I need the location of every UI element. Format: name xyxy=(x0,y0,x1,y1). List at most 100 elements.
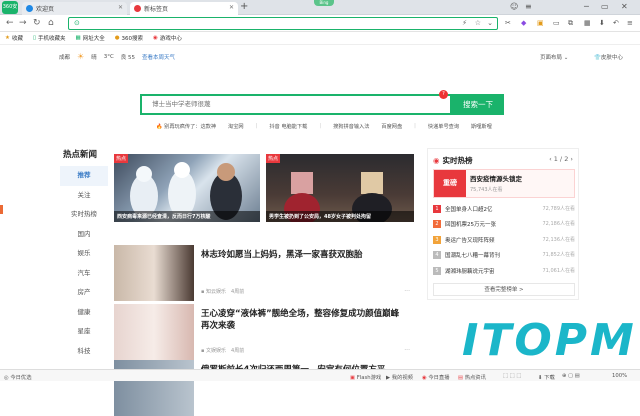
tab-welcome[interactable]: 欢迎页 ✕ xyxy=(22,2,127,15)
divider: | xyxy=(319,123,322,129)
address-bar[interactable]: ⊙ ⚡ ☆ ⌄ xyxy=(68,17,498,30)
suggestion-item[interactable]: 🔥 别再玩疯传了：这款神 xyxy=(156,123,216,130)
status-misc-icons[interactable]: ⬚ ⬚ ⬚ xyxy=(503,373,521,379)
skin-center-button[interactable]: 👕皮肤中心 xyxy=(594,53,623,61)
user-icon[interactable]: ☺ xyxy=(510,2,518,11)
news-article[interactable]: 林志玲如愿当上妈妈，黑泽一家喜获双胞胎 ▪ 知云娱乐 4周前 ··· xyxy=(114,245,414,301)
undo-icon[interactable]: ↶ xyxy=(613,19,619,27)
category-health[interactable]: 健康 xyxy=(60,303,108,323)
status-flash-game[interactable]: ▣ Flash游戏 xyxy=(350,373,381,381)
maximize-icon[interactable]: ▭ xyxy=(601,2,609,11)
sun-icon: ☀ xyxy=(77,52,85,61)
news-section-title: 热点新闻 xyxy=(63,150,98,160)
row-title: 国潮乱七八糟一幕背刊 xyxy=(445,252,501,259)
close-icon[interactable]: ✕ xyxy=(118,4,123,11)
category-tech[interactable]: 科技 xyxy=(60,342,108,362)
hotlist-row[interactable]: 1 全国单身人口超2亿 72,789人在看 xyxy=(433,202,575,215)
menu-icon[interactable]: ≡ xyxy=(525,2,532,11)
dropdown-icon[interactable]: ⌄ xyxy=(487,19,493,27)
status-download[interactable]: ⬇ 下载 xyxy=(538,373,555,381)
hotlist-row[interactable]: 2 回国机票25万元一张 72,186人在看 xyxy=(433,217,575,230)
status-extra-icons[interactable]: ⊕ ▢ ▤ xyxy=(562,373,580,379)
minimize-icon[interactable]: ─ xyxy=(584,2,589,11)
status-video[interactable]: ▶ 我的视频 xyxy=(386,373,413,381)
weather-widget[interactable]: 成都 ☀ 晴 3°C 良 55 查看本周天气 xyxy=(59,52,175,61)
window-icon[interactable]: ▭ xyxy=(553,19,560,27)
hotlist-row[interactable]: 3 奥运广告又现阵阵频 72,136人在看 xyxy=(433,233,575,246)
download-icon[interactable]: ⬇ xyxy=(599,19,605,27)
menu-icon[interactable]: ≡ xyxy=(627,19,633,27)
360-search-icon: ● xyxy=(114,35,120,41)
refresh-icon[interactable]: ↻ xyxy=(33,18,41,28)
user-card-icon[interactable]: ▣ xyxy=(537,19,544,27)
status-label: 下载 xyxy=(544,375,555,381)
zoom-level[interactable]: 100% xyxy=(612,373,627,379)
category-realestate[interactable]: 房产 xyxy=(60,283,108,303)
tab-newtab[interactable]: 新标签页 ✕ xyxy=(130,2,238,15)
app-icon[interactable]: ◆ xyxy=(521,19,526,27)
bookmark-360search[interactable]: ● 360搜索 xyxy=(115,34,143,42)
extension-icon[interactable]: ✂ xyxy=(505,19,511,27)
side-tab[interactable] xyxy=(0,205,3,214)
search-input[interactable] xyxy=(152,100,432,108)
row-title: 全国单身人口超2亿 xyxy=(445,206,493,213)
status-left[interactable]: ◎ 今日优选 xyxy=(4,373,32,381)
page-layout-label: 页面布局 xyxy=(540,55,563,61)
category-horoscope[interactable]: 星座 xyxy=(60,322,108,342)
plus-icon[interactable]: + xyxy=(240,1,248,12)
hot-badge: 热点 xyxy=(114,154,129,163)
screenshot-icon[interactable]: ⧉ xyxy=(568,19,573,28)
top-title: 西安疫情源头锁定 xyxy=(470,175,522,183)
category-entertainment[interactable]: 娱乐 xyxy=(60,244,108,264)
status-live[interactable]: ◉ 今日直播 xyxy=(422,373,450,381)
grid-icon[interactable]: ▦ xyxy=(584,19,591,27)
bookmark-mobile[interactable]: ▯ 手机收藏夹 xyxy=(33,34,66,42)
close-icon[interactable]: ✕ xyxy=(229,4,234,11)
back-icon[interactable]: ← xyxy=(6,18,14,28)
news-article[interactable]: 王心凌穿“液体裤”靓绝全场，整容修复成功颜值巅峰再次来袭 ▪ 文娱娱乐 4周前 … xyxy=(114,304,414,360)
top-pill[interactable]: Bing xyxy=(314,0,334,6)
category-domestic[interactable]: 国内 xyxy=(60,225,108,245)
forward-icon[interactable]: → xyxy=(19,18,27,28)
suggestion-item[interactable]: 快递单号查询 xyxy=(428,123,459,130)
hotlist-pager[interactable]: ‹ 1 / 2 › xyxy=(549,155,573,163)
hotlist-row[interactable]: 4 国潮乱七八糟一幕背刊 71,852人在看 xyxy=(433,248,575,261)
suggestion-item[interactable]: 斯哩斯哩 xyxy=(471,123,492,130)
badge-icon[interactable]: ? xyxy=(439,90,448,99)
hotlist-row[interactable]: 5 湖湘玮厨藕说元宇宙 71,061人在看 xyxy=(433,264,575,277)
search-button[interactable]: 搜索一下 xyxy=(452,94,504,115)
view-full-list-button[interactable]: 查看完整榜单 > xyxy=(433,283,575,296)
phone-icon: ▯ xyxy=(32,35,36,41)
browser-logo[interactable]: 360安全 xyxy=(2,1,18,23)
category-hotlist[interactable]: 实时热榜 xyxy=(60,205,108,225)
page-layout-button[interactable]: 页面布局 ⌄ xyxy=(540,53,568,61)
article-headline[interactable]: 王心凌穿“液体裤”靓绝全场，整容修复成功颜值巅峰再次来袭 xyxy=(201,308,406,332)
home-icon[interactable]: ⌂ xyxy=(48,18,54,28)
bolt-icon[interactable]: ⚡ xyxy=(462,19,467,27)
suggestion-item[interactable]: 搜狗拼音输入法 xyxy=(333,123,369,130)
hotlist-top-item[interactable]: 重磅 西安疫情源头锁定 75,743人在看 xyxy=(433,169,575,198)
close-window-icon[interactable]: ✕ xyxy=(621,2,628,11)
star-icon[interactable]: ☆ xyxy=(475,19,481,27)
news-image-card[interactable]: 热点 西安病毒来源已经查清，反而日行7万核酸 xyxy=(114,154,260,222)
star-icon: ★ xyxy=(5,35,10,41)
category-follow[interactable]: 关注 xyxy=(60,186,108,206)
bookmark-game[interactable]: ◉ 游戏中心 xyxy=(153,34,182,42)
suggestion-item[interactable]: 淘宝网 xyxy=(228,123,244,130)
suggestion-item[interactable]: 百度网盘 xyxy=(381,123,402,130)
status-news[interactable]: ▤ 热点资讯 xyxy=(458,373,486,381)
dots-icon[interactable]: ··· xyxy=(404,288,410,295)
row-title: 回国机票25万元一张 xyxy=(445,221,496,228)
address-row: ← → ↻ ⌂ ⊙ ⚡ ☆ ⌄ ✂ ◆ ▣ ▭ ⧉ ▦ ⬇ ↶ ≡ xyxy=(0,15,640,32)
download-icon: ⬇ xyxy=(538,375,543,381)
grid-icon: ▦ xyxy=(75,35,81,41)
category-auto[interactable]: 汽车 xyxy=(60,264,108,284)
dots-icon[interactable]: ··· xyxy=(404,347,410,354)
weather-week-link[interactable]: 查看本周天气 xyxy=(142,53,175,61)
bookmark-favorites[interactable]: ★ 收藏 xyxy=(5,34,23,42)
bookmark-sites[interactable]: ▦ 网址大全 xyxy=(76,34,105,42)
suggestion-item[interactable]: 抖音 电脑能下载 xyxy=(269,123,307,130)
news-image-card[interactable]: 热点 男学生被扔到了公安局，48岁女子被判处拘留 xyxy=(266,154,414,222)
category-recommend[interactable]: 推荐 xyxy=(60,166,108,186)
article-headline[interactable]: 林志玲如愿当上妈妈，黑泽一家喜获双胞胎 xyxy=(201,249,406,261)
